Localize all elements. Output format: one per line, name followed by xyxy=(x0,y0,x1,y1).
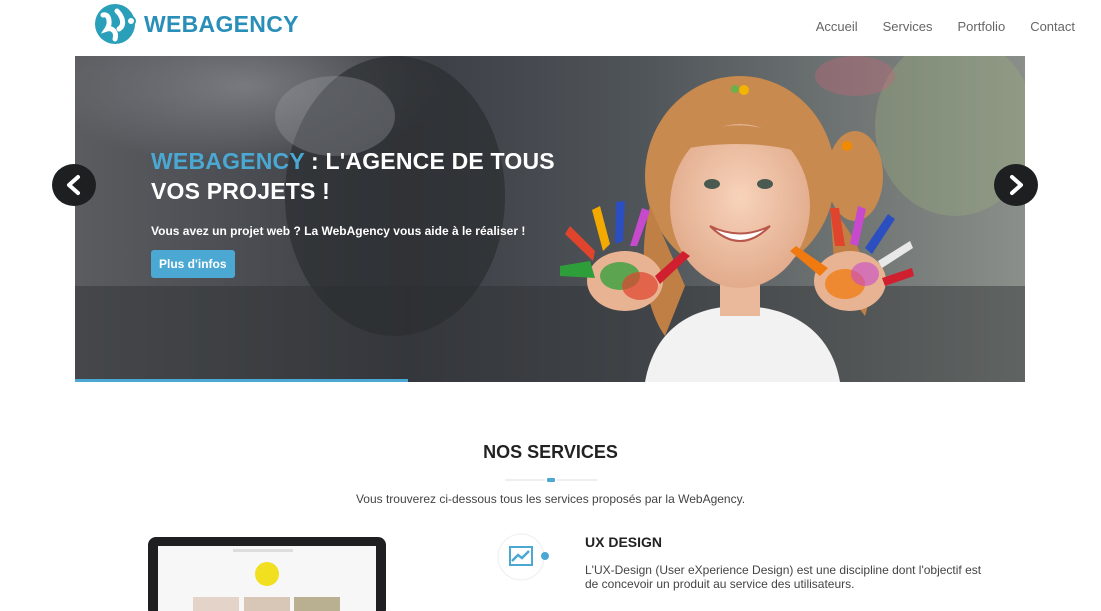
logo-text: WEBAGENCY xyxy=(144,10,299,37)
site-header: WEBAGENCY Accueil Services Portfolio Con… xyxy=(0,0,1101,56)
hero-title: WEBAGENCY : L'AGENCE DE TOUS VOS PROJETS… xyxy=(151,146,571,206)
ux-design-icon xyxy=(497,533,553,581)
logo-icon xyxy=(95,3,137,45)
hero-title-accent: WEBAGENCY xyxy=(151,148,305,174)
services-title: NOS SERVICES xyxy=(483,442,618,462)
more-info-button[interactable]: Plus d'infos xyxy=(151,250,235,278)
nav-accueil[interactable]: Accueil xyxy=(816,19,858,34)
section-divider xyxy=(505,478,597,482)
service-description-ux-design: L'UX-Design (User eXperience Design) est… xyxy=(585,563,982,591)
hero-subtitle: Vous avez un projet web ? La WebAgency v… xyxy=(151,224,526,238)
chevron-left-icon xyxy=(67,175,80,195)
logo[interactable]: WEBAGENCY xyxy=(95,3,299,45)
service-title-ux-design: UX DESIGN xyxy=(585,534,663,550)
nav-contact[interactable]: Contact xyxy=(1030,19,1075,34)
nav-portfolio[interactable]: Portfolio xyxy=(957,19,1005,34)
main-nav: Accueil Services Portfolio Contact xyxy=(791,19,1075,34)
slider-progress-fill xyxy=(75,379,408,382)
hero-slider[interactable]: WEBAGENCY : L'AGENCE DE TOUS VOS PROJETS… xyxy=(75,56,1025,382)
laptop-mockup-image xyxy=(148,537,386,611)
slider-progress-bar xyxy=(75,379,1025,382)
page: WEBAGENCY Accueil Services Portfolio Con… xyxy=(0,0,1101,611)
chevron-right-icon xyxy=(1010,175,1023,195)
services-intro: Vous trouverez ci-dessous tous les servi… xyxy=(355,492,746,506)
slider-prev-button[interactable] xyxy=(52,164,96,206)
slider-next-button[interactable] xyxy=(994,164,1038,206)
hero-copy: WEBAGENCY : L'AGENCE DE TOUS VOS PROJETS… xyxy=(151,146,571,278)
nav-services[interactable]: Services xyxy=(883,19,933,34)
